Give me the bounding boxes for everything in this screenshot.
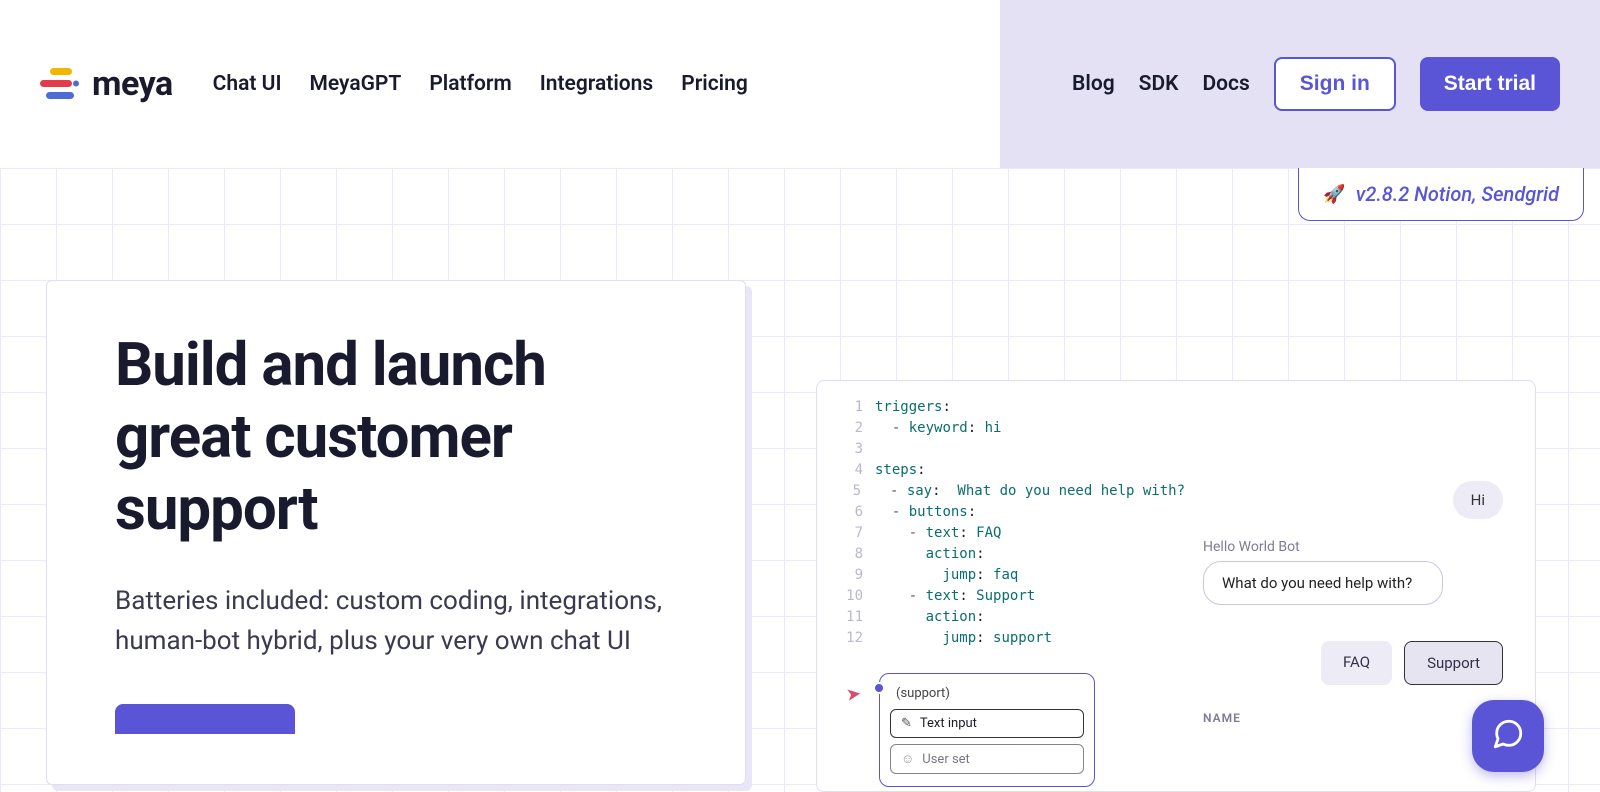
meya-logo-icon <box>40 68 80 100</box>
rocket-icon: 🚀 <box>1323 184 1345 205</box>
chat-bot-bubble: What do you need help with? <box>1203 561 1443 605</box>
nav-integrations[interactable]: Integrations <box>540 72 653 96</box>
chat-bot-name: Hello World Bot <box>1203 539 1300 555</box>
nav-platform[interactable]: Platform <box>429 72 511 96</box>
site-header: meya Chat UI MeyaGPT Platform Integratio… <box>0 0 1600 168</box>
line-number: 6 <box>845 502 875 523</box>
primary-nav: Chat UI MeyaGPT Platform Integrations Pr… <box>213 72 748 96</box>
start-trial-button[interactable]: Start trial <box>1420 57 1560 111</box>
chat-user-bubble: Hi <box>1453 481 1503 519</box>
line-number: 10 <box>845 586 875 607</box>
chat-launcher-fab[interactable] <box>1472 700 1544 772</box>
brand-name: meya <box>92 64 173 104</box>
code-text: action: <box>875 607 985 628</box>
secondary-nav: Blog SDK Docs Sign in Start trial <box>1072 57 1560 111</box>
code-text: - say: What do you need help with? <box>873 481 1185 502</box>
line-number: 9 <box>845 565 875 586</box>
nav-sdk[interactable]: SDK <box>1139 72 1179 96</box>
line-number: 1 <box>845 397 875 418</box>
flow-node-support[interactable]: ➤ (support) ✎ Text input ☺ User set <box>879 673 1095 787</box>
code-text: triggers: <box>875 397 951 418</box>
chat-chip-support[interactable]: Support <box>1404 641 1503 685</box>
nav-pricing[interactable]: Pricing <box>681 72 748 96</box>
hero-card: Build and launch great customer support … <box>46 280 746 785</box>
version-badge[interactable]: 🚀 v2.8.2 Notion, Sendgrid <box>1298 168 1584 221</box>
line-number: 12 <box>845 628 875 649</box>
chat-icon <box>1491 717 1525 755</box>
line-number: 7 <box>845 523 875 544</box>
code-text: jump: faq <box>875 565 1018 586</box>
line-number: 5 <box>845 481 873 502</box>
code-text: action: <box>875 544 985 565</box>
flow-node-row[interactable]: ☺ User set <box>890 744 1084 774</box>
code-text: jump: support <box>875 628 1052 649</box>
flow-port-icon <box>873 682 885 694</box>
flow-arrow-icon: ➤ <box>845 683 863 706</box>
code-text: - text: Support <box>875 586 1035 607</box>
nav-meyagpt[interactable]: MeyaGPT <box>310 72 402 96</box>
code-text <box>875 439 883 460</box>
hero-subtitle: Batteries included: custom coding, integ… <box>115 581 685 662</box>
chat-chip-faq[interactable]: FAQ <box>1321 641 1392 685</box>
flow-node-row[interactable]: ✎ Text input <box>890 709 1084 738</box>
hero-section: 🚀 v2.8.2 Notion, Sendgrid Build and laun… <box>0 168 1600 792</box>
text-input-icon: ✎ <box>901 716 912 731</box>
line-number: 3 <box>845 439 875 460</box>
code-editor: 1triggers: 2 - keyword: hi 3 4steps: 5 -… <box>845 397 1185 649</box>
nav-blog[interactable]: Blog <box>1072 72 1115 96</box>
line-number: 4 <box>845 460 875 481</box>
code-text: - buttons: <box>875 502 976 523</box>
hero-title: Build and launch great customer support <box>115 329 685 545</box>
line-number: 11 <box>845 607 875 628</box>
line-number: 8 <box>845 544 875 565</box>
code-text: - keyword: hi <box>875 418 1001 439</box>
version-text: v2.8.2 Notion, Sendgrid <box>1356 182 1559 206</box>
hero-cta-button[interactable] <box>115 704 295 734</box>
line-number: 2 <box>845 418 875 439</box>
brand-logo[interactable]: meya <box>40 64 173 104</box>
chat-chip-row: FAQ Support <box>1321 641 1503 685</box>
code-text: - text: FAQ <box>875 523 1001 544</box>
signin-button[interactable]: Sign in <box>1274 57 1396 111</box>
nav-docs[interactable]: Docs <box>1202 72 1249 96</box>
chat-field-label: NAME <box>1203 711 1241 725</box>
flow-row-label: Text input <box>920 716 977 731</box>
user-set-icon: ☺ <box>901 751 914 767</box>
flow-node-title: (support) <box>890 684 1084 709</box>
flow-row-label: User set <box>922 752 970 767</box>
nav-chat-ui[interactable]: Chat UI <box>213 72 282 96</box>
product-preview: 1triggers: 2 - keyword: hi 3 4steps: 5 -… <box>816 380 1536 792</box>
code-text: steps: <box>875 460 926 481</box>
